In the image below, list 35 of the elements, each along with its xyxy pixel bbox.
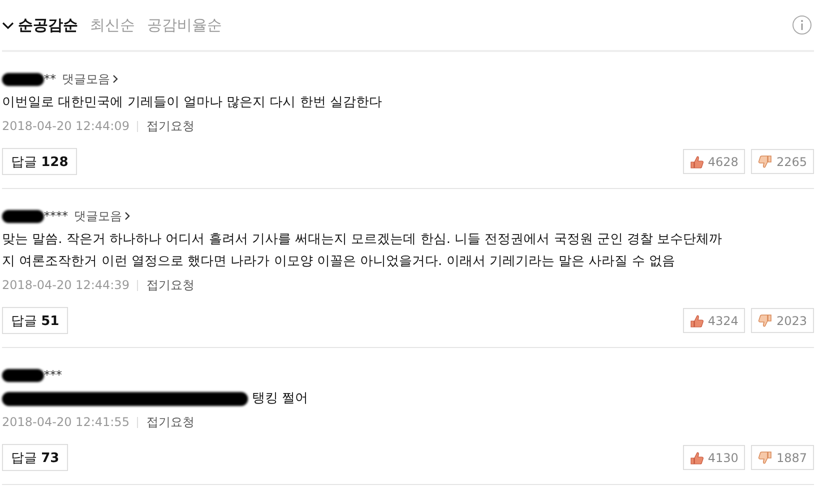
thumbs-up-icon bbox=[690, 154, 704, 168]
comment-text: 맞는 말씀. 작은거 하나하나 어디서 흘려서 기사를 써대는지 모르겠는데 한심. 니들 전정권에서 국정원 군인 경찰 보수단체까 bbox=[2, 231, 722, 249]
timestamp: 2018-04-20 12:41:55 bbox=[2, 415, 130, 429]
thumbs-down-icon bbox=[758, 450, 772, 464]
comment-collection-link[interactable]: 댓글모음 bbox=[74, 208, 130, 224]
like-button[interactable]: 4130 bbox=[682, 445, 746, 470]
dislike-button[interactable]: 2265 bbox=[751, 149, 814, 174]
sort-tab[interactable]: 순공감순 bbox=[2, 16, 78, 34]
fold-request-link[interactable]: 접기요청 bbox=[146, 118, 194, 134]
fold-request-link[interactable]: 접기요청 bbox=[146, 276, 194, 294]
reply-button[interactable]: 답글 73 bbox=[2, 444, 68, 471]
info-icon[interactable] bbox=[792, 15, 812, 35]
fold-request-link[interactable]: 접기요청 bbox=[146, 414, 194, 430]
thumbs-up-icon bbox=[690, 450, 704, 464]
comment-collection-link[interactable]: 댓글모음 bbox=[62, 70, 118, 88]
chevron-right-icon bbox=[113, 75, 118, 83]
dislike-button[interactable]: 2023 bbox=[751, 308, 814, 333]
reply-button[interactable]: 답글 128 bbox=[2, 148, 78, 175]
comment-text: 탱킹 쩔어 bbox=[252, 390, 308, 408]
check-icon bbox=[2, 20, 14, 30]
timestamp: 2018-04-20 12:44:09 bbox=[2, 119, 130, 133]
thumbs-down-icon bbox=[758, 154, 772, 168]
dislike-button[interactable]: 1887 bbox=[751, 445, 814, 470]
comment-text: 이번일로 대한민국에 기레들이 얼마나 많은지 다시 한번 실감한다 bbox=[2, 94, 382, 112]
chevron-right-icon bbox=[125, 212, 130, 220]
like-button[interactable]: 4324 bbox=[682, 308, 746, 333]
reply-button[interactable]: 답글 51 bbox=[2, 307, 68, 334]
comment-text: 지 여론조작한거 이런 열정으로 했다면 나라가 이모양 이꼴은 아니었을거다. 이래서 기레기라는 말은 사라질 수 없음 bbox=[2, 253, 675, 271]
username: ** bbox=[44, 72, 56, 86]
timestamp: 2018-04-20 12:44:39 bbox=[2, 278, 130, 292]
username: *** bbox=[44, 368, 62, 382]
like-button[interactable]: 4628 bbox=[682, 149, 746, 174]
thumbs-down-icon bbox=[758, 314, 772, 328]
username: **** bbox=[44, 209, 68, 223]
thumbs-up-icon bbox=[690, 314, 704, 328]
